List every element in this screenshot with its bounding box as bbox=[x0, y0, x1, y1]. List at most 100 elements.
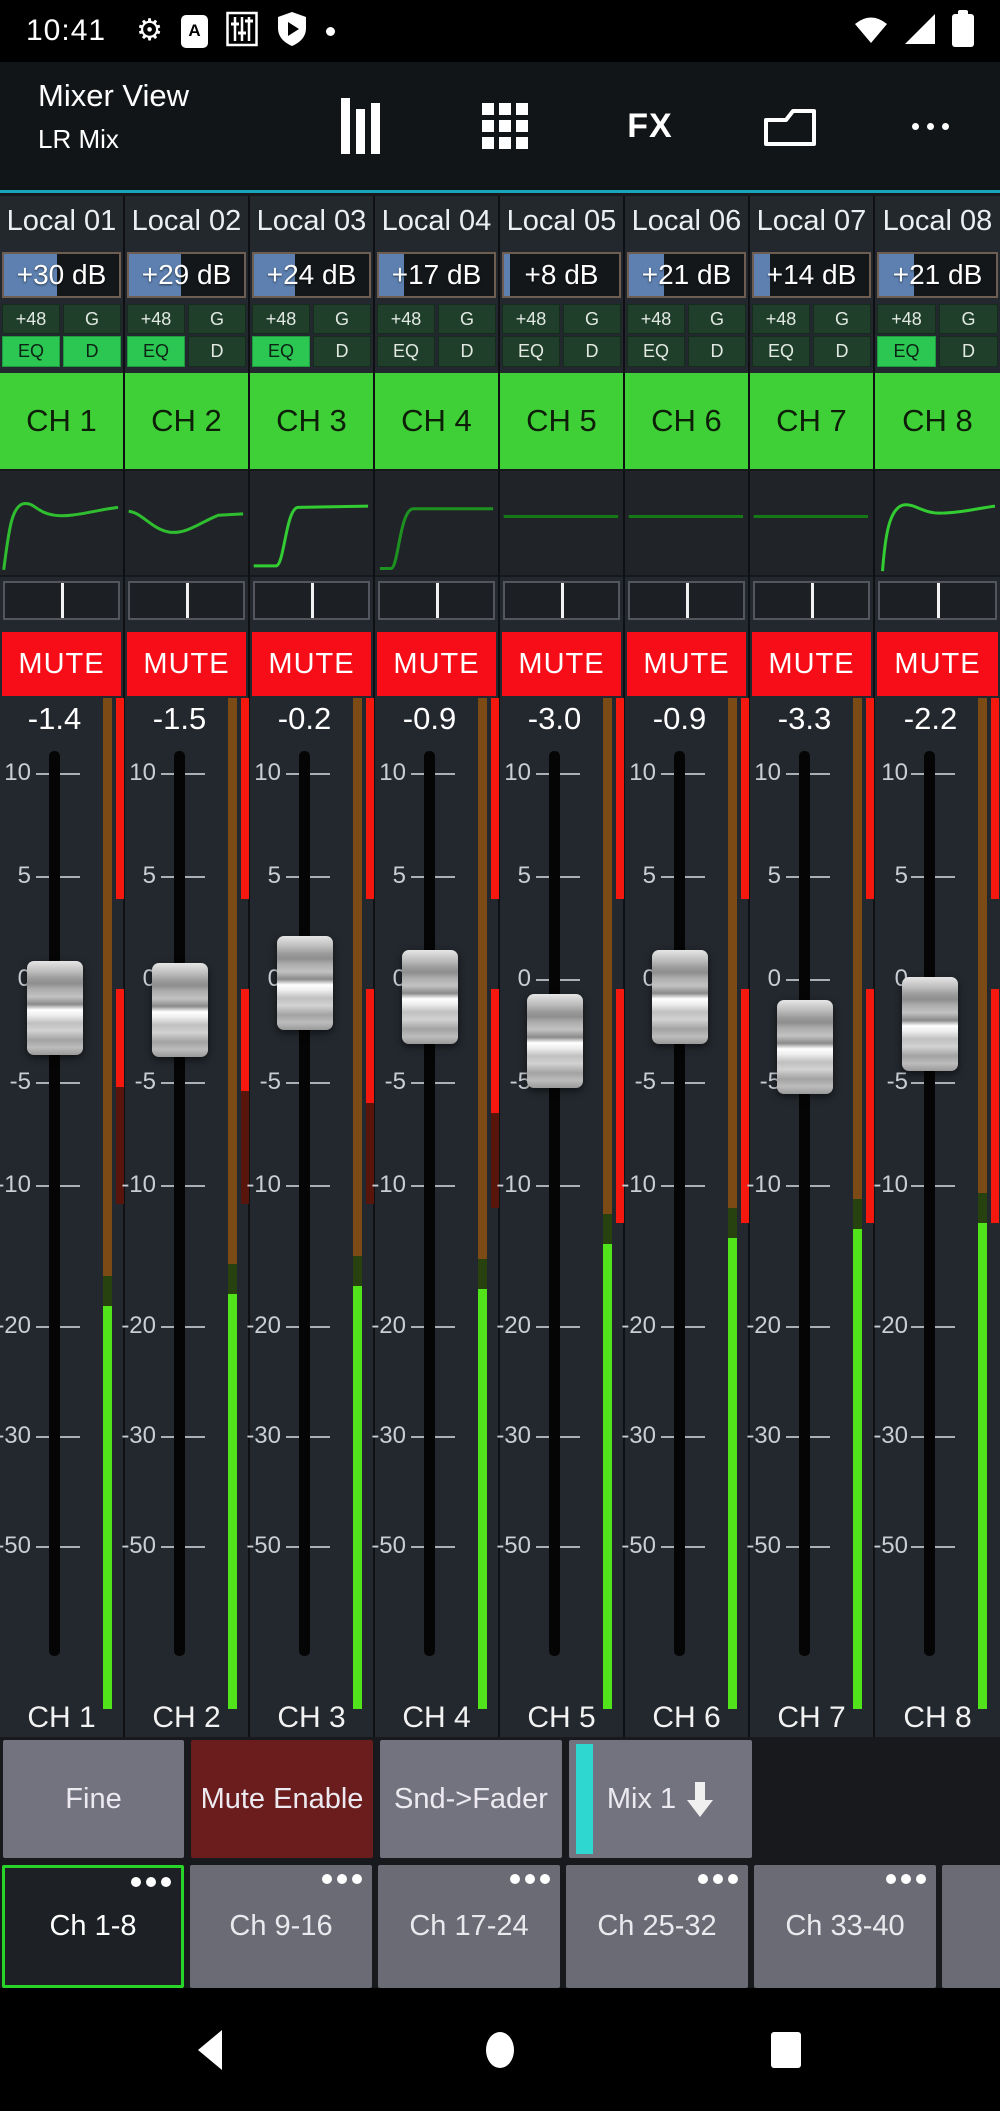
eq-curve-display[interactable] bbox=[250, 469, 373, 577]
gate-button[interactable]: G bbox=[188, 304, 246, 334]
tab-options-dots[interactable] bbox=[886, 1874, 926, 1884]
gate-button[interactable]: G bbox=[313, 304, 371, 334]
eq-button[interactable]: EQ bbox=[2, 336, 60, 367]
gain-control[interactable]: +14 dB bbox=[750, 246, 873, 303]
pan-slider[interactable] bbox=[500, 577, 623, 624]
fader-handle[interactable] bbox=[652, 950, 708, 1044]
mute-button[interactable]: MUTE bbox=[502, 632, 621, 696]
eq-curve-display[interactable] bbox=[750, 469, 873, 577]
tab-ch-1-8[interactable]: Ch 1-8 bbox=[2, 1865, 184, 1988]
eq-curve-display[interactable] bbox=[875, 469, 1000, 577]
gate-button[interactable]: G bbox=[688, 304, 746, 334]
current-mix-label[interactable]: LR Mix bbox=[38, 124, 119, 155]
channel-select-button[interactable]: CH 8 bbox=[875, 373, 1000, 469]
phantom-48v-button[interactable]: +48 bbox=[127, 304, 185, 334]
phantom-48v-button[interactable]: +48 bbox=[252, 304, 310, 334]
channel-select-button[interactable]: CH 1 bbox=[0, 373, 123, 469]
dynamics-button[interactable]: D bbox=[313, 336, 371, 367]
eq-button[interactable]: EQ bbox=[252, 336, 310, 367]
eq-button[interactable]: EQ bbox=[627, 336, 685, 367]
pan-slider[interactable] bbox=[250, 577, 373, 624]
pan-slider[interactable] bbox=[375, 577, 498, 624]
eq-curve-display[interactable] bbox=[625, 469, 748, 577]
gain-control[interactable]: +21 dB bbox=[625, 246, 748, 303]
pan-slider[interactable] bbox=[125, 577, 248, 624]
tab-options-dots[interactable] bbox=[131, 1877, 171, 1887]
fader-handle[interactable] bbox=[277, 936, 333, 1030]
dynamics-button[interactable]: D bbox=[438, 336, 496, 367]
mute-enable-button[interactable]: Mute Enable bbox=[191, 1740, 373, 1858]
fader-handle[interactable] bbox=[777, 1000, 833, 1094]
gain-control[interactable]: +24 dB bbox=[250, 246, 373, 303]
channel-source-name[interactable]: Local 07 bbox=[750, 196, 873, 246]
grid-view-icon[interactable] bbox=[475, 62, 535, 190]
overflow-menu-icon[interactable] bbox=[900, 62, 960, 190]
tab-options-dots[interactable] bbox=[510, 1874, 550, 1884]
eq-curve-display[interactable] bbox=[125, 469, 248, 577]
mute-button[interactable]: MUTE bbox=[877, 632, 998, 696]
eq-button[interactable]: EQ bbox=[127, 336, 185, 367]
channel-source-name[interactable]: Local 04 bbox=[375, 196, 498, 246]
tab-options-dots[interactable] bbox=[698, 1874, 738, 1884]
eq-curve-display[interactable] bbox=[500, 469, 623, 577]
channel-select-button[interactable]: CH 4 bbox=[375, 373, 498, 469]
dynamics-button[interactable]: D bbox=[63, 336, 121, 367]
phantom-48v-button[interactable]: +48 bbox=[627, 304, 685, 334]
gate-button[interactable]: G bbox=[813, 304, 871, 334]
gain-control[interactable]: +29 dB bbox=[125, 246, 248, 303]
tab-options-dots[interactable] bbox=[322, 1874, 362, 1884]
tab-ch-25-32[interactable]: Ch 25-32 bbox=[566, 1865, 748, 1988]
phantom-48v-button[interactable]: +48 bbox=[2, 304, 60, 334]
gain-control[interactable]: +30 dB bbox=[0, 246, 123, 303]
mix-1-button[interactable]: Mix 1 bbox=[569, 1740, 752, 1858]
tab-ch-33-40[interactable]: Ch 33-40 bbox=[754, 1865, 936, 1988]
phantom-48v-button[interactable]: +48 bbox=[502, 304, 560, 334]
folder-icon[interactable] bbox=[755, 62, 825, 190]
fader-handle[interactable] bbox=[27, 961, 83, 1055]
pan-slider[interactable] bbox=[0, 577, 123, 624]
channel-select-button[interactable]: CH 6 bbox=[625, 373, 748, 469]
channel-source-name[interactable]: Local 05 bbox=[500, 196, 623, 246]
fader-handle[interactable] bbox=[902, 977, 958, 1071]
phantom-48v-button[interactable]: +48 bbox=[377, 304, 435, 334]
eq-curve-display[interactable] bbox=[375, 469, 498, 577]
meters-view-icon[interactable] bbox=[330, 62, 390, 190]
channel-select-button[interactable]: CH 7 bbox=[750, 373, 873, 469]
gate-button[interactable]: G bbox=[939, 304, 998, 334]
phantom-48v-button[interactable]: +48 bbox=[752, 304, 810, 334]
eq-button[interactable]: EQ bbox=[877, 336, 936, 367]
mute-button[interactable]: MUTE bbox=[377, 632, 496, 696]
fine-button[interactable]: Fine bbox=[3, 1740, 184, 1858]
gain-control[interactable]: +8 dB bbox=[500, 246, 623, 303]
mute-button[interactable]: MUTE bbox=[252, 632, 371, 696]
eq-curve-display[interactable] bbox=[0, 469, 123, 577]
channel-select-button[interactable]: CH 2 bbox=[125, 373, 248, 469]
mute-button[interactable]: MUTE bbox=[127, 632, 246, 696]
dynamics-button[interactable]: D bbox=[813, 336, 871, 367]
channel-source-name[interactable]: Local 06 bbox=[625, 196, 748, 246]
dynamics-button[interactable]: D bbox=[188, 336, 246, 367]
gain-control[interactable]: +17 dB bbox=[375, 246, 498, 303]
mute-button[interactable]: MUTE bbox=[627, 632, 746, 696]
channel-source-name[interactable]: Local 03 bbox=[250, 196, 373, 246]
mute-button[interactable]: MUTE bbox=[752, 632, 871, 696]
fader-handle[interactable] bbox=[402, 950, 458, 1044]
pan-slider[interactable] bbox=[625, 577, 748, 624]
pan-slider[interactable] bbox=[875, 577, 1000, 624]
tab-ch-17-24[interactable]: Ch 17-24 bbox=[378, 1865, 560, 1988]
phantom-48v-button[interactable]: +48 bbox=[877, 304, 936, 334]
tab-ch-9-16[interactable]: Ch 9-16 bbox=[190, 1865, 372, 1988]
channel-select-button[interactable]: CH 5 bbox=[500, 373, 623, 469]
dynamics-button[interactable]: D bbox=[688, 336, 746, 367]
eq-button[interactable]: EQ bbox=[377, 336, 435, 367]
fx-icon[interactable]: FX bbox=[615, 62, 685, 190]
snd-fader-button[interactable]: Snd->Fader bbox=[380, 1740, 562, 1858]
recents-icon[interactable] bbox=[756, 1988, 816, 2111]
fader-handle[interactable] bbox=[527, 994, 583, 1088]
channel-select-button[interactable]: CH 3 bbox=[250, 373, 373, 469]
channel-source-name[interactable]: Local 08 bbox=[875, 196, 1000, 246]
eq-button[interactable]: EQ bbox=[752, 336, 810, 367]
gate-button[interactable]: G bbox=[63, 304, 121, 334]
dynamics-button[interactable]: D bbox=[563, 336, 621, 367]
channel-source-name[interactable]: Local 02 bbox=[125, 196, 248, 246]
